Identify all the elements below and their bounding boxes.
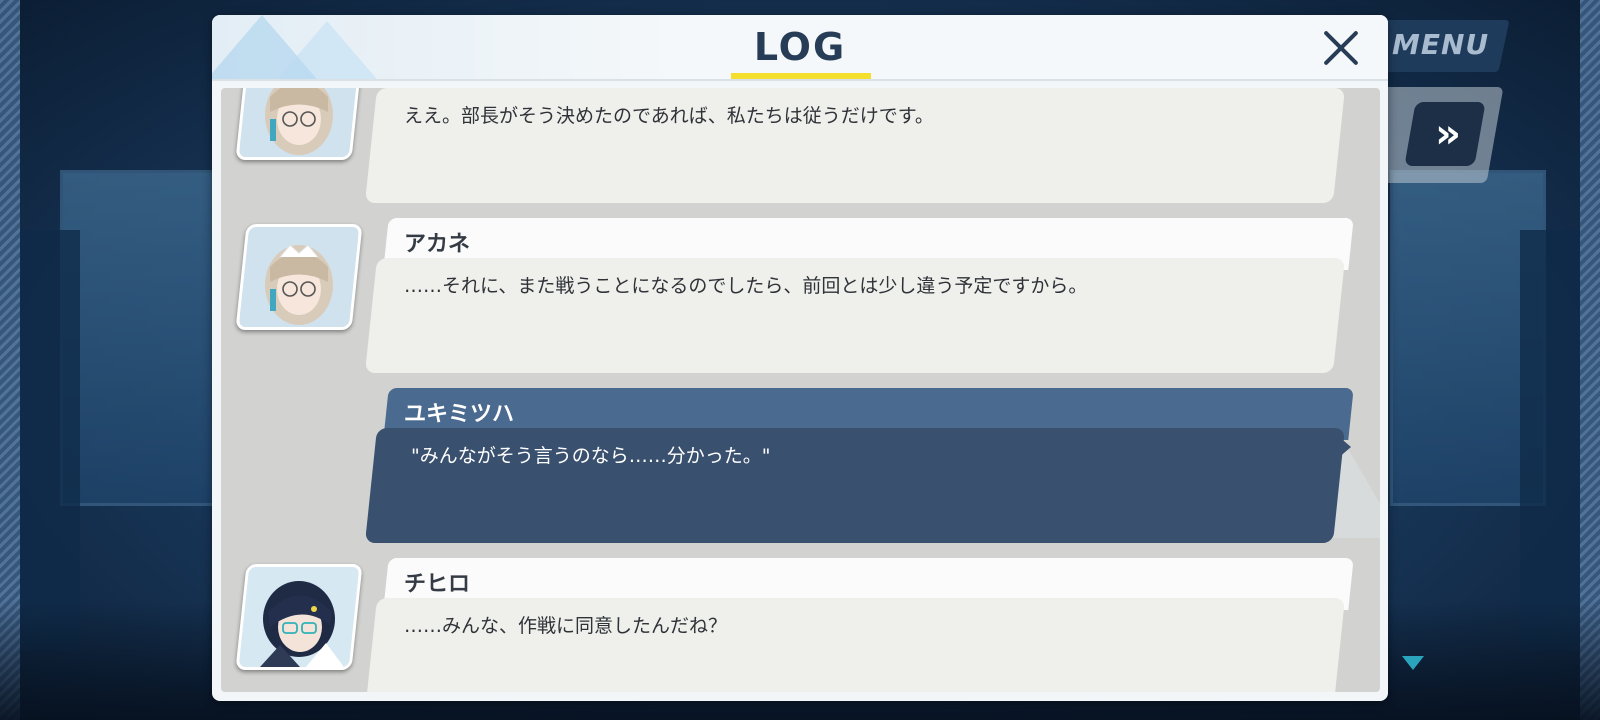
message-text: ……それに、また戦うことになるのでしたら、前回とは少し違う予定ですから。: [404, 275, 1088, 297]
log-entry: アカネ ……それに、また戦うことになるのでしたら、前回とは少し違う予定ですから。: [221, 218, 1380, 376]
character-avatar: [235, 88, 363, 160]
title-underline: [731, 73, 871, 79]
character-avatar: [235, 224, 363, 330]
log-panel-header: LOG: [212, 15, 1388, 81]
message-text: "みんながそう言うのなら……分かった。": [411, 445, 771, 467]
background-pillar: [1520, 230, 1580, 650]
menu-label[interactable]: MENU: [1392, 28, 1489, 61]
panel-title: LOG: [753, 25, 847, 69]
maid-glasses-portrait-icon: [240, 227, 358, 327]
log-entry: チヒロ ……みんな、作戦に同意したんだね？: [221, 558, 1380, 692]
character-avatar: [235, 564, 363, 670]
message-text: ええ。部長がそう決めたのであれば、私たちは従うだけです。: [404, 105, 934, 127]
message-text: ……みんな、作戦に同意したんだね？: [404, 615, 728, 637]
fast-forward-icon[interactable]: »: [1424, 110, 1472, 158]
background-pillar: [20, 230, 80, 650]
dark-hair-glasses-portrait-icon: [240, 567, 358, 667]
speaker-name: アカネ: [404, 232, 471, 257]
log-scroll-area[interactable]: ええ。部長がそう決めたのであれば、私たちは従うだけです。 アカネ ……それに、ま…: [221, 88, 1380, 692]
log-panel: LOG ええ。部長がそう決めたのであれば、私たちは従うだけです。 アカネ ……そ…: [212, 15, 1388, 701]
scroll-down-arrow-icon[interactable]: [1402, 656, 1424, 670]
close-button[interactable]: [1317, 25, 1363, 71]
speaker-name: チヒロ: [404, 572, 471, 597]
maid-glasses-portrait-icon: [240, 88, 358, 157]
bubble-pointer: [1337, 435, 1351, 459]
log-entry-player: ユキミツハ "みんながそう言うのなら……分かった。": [221, 388, 1380, 546]
log-entry: ええ。部長がそう決めたのであれば、私たちは従うだけです。: [221, 88, 1380, 206]
background-window: [60, 170, 216, 506]
speaker-name: ユキミツハ: [404, 402, 515, 427]
